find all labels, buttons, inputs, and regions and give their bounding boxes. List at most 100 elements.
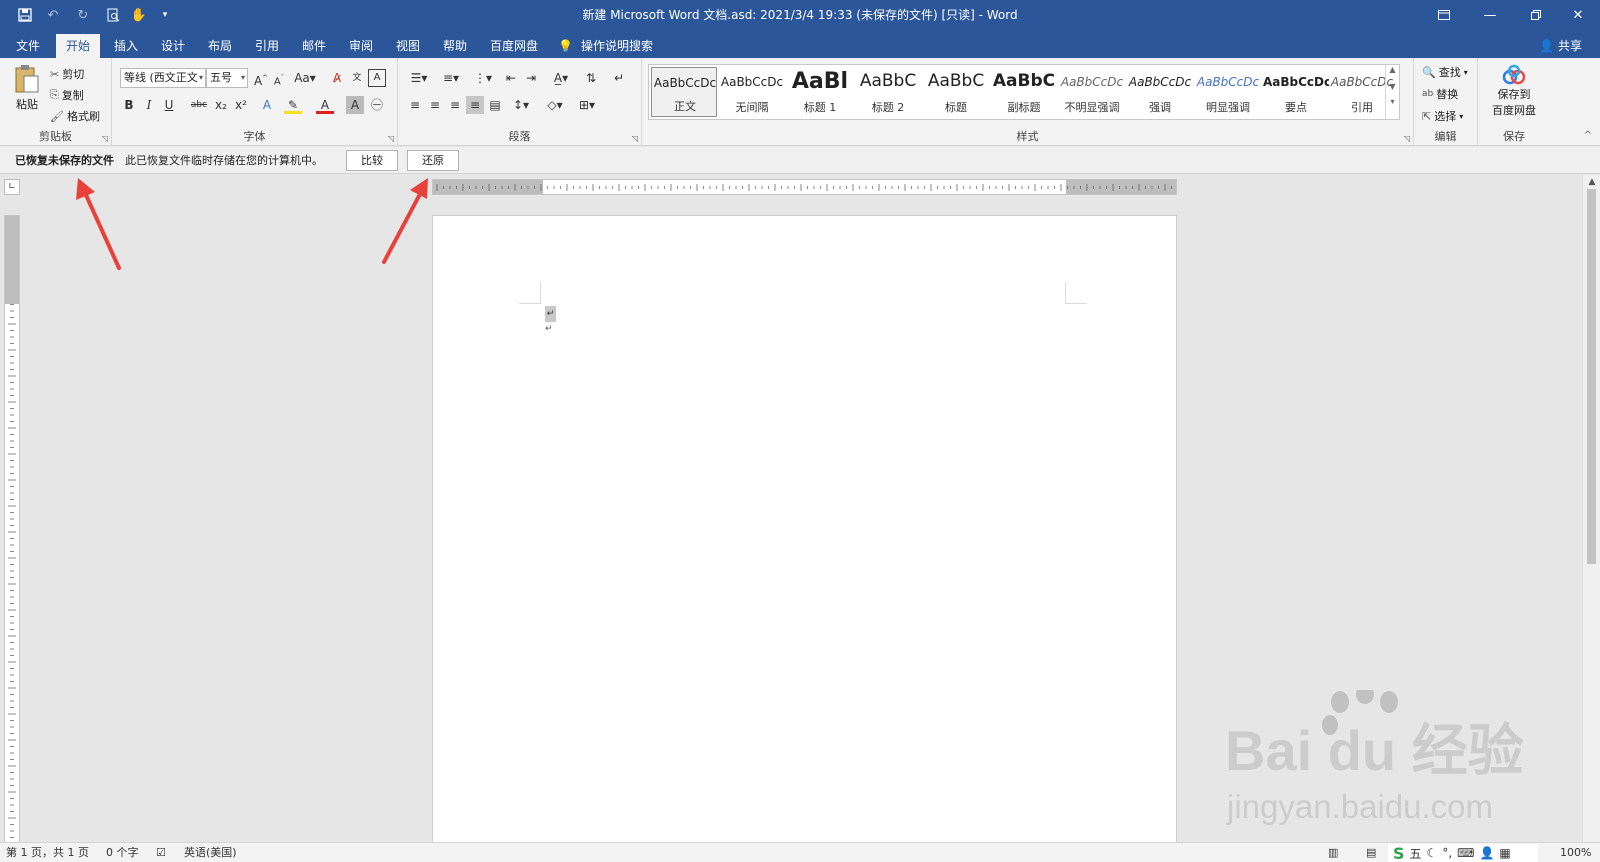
tab-file[interactable]: 文件 (6, 34, 50, 58)
tab-baidu-netdisk[interactable]: 百度网盘 (480, 34, 548, 58)
cut-label: 剪切 (62, 68, 85, 81)
tab-view[interactable]: 视图 (386, 34, 430, 58)
font-color-icon[interactable]: A (316, 96, 334, 114)
char-shading-icon[interactable]: A (346, 96, 364, 114)
collapse-ribbon-icon[interactable]: ^ (1584, 130, 1592, 141)
dialog-launcher-icon[interactable]: ◹ (102, 134, 108, 143)
scroll-thumb[interactable] (1587, 189, 1596, 564)
numbering-icon[interactable]: ≡▾ (438, 69, 464, 87)
save-to-baidu-button[interactable]: 保存到 百度网盘 (1484, 64, 1544, 118)
line-spacing-icon[interactable]: ↕▾ (508, 96, 534, 114)
restore-icon[interactable] (1514, 0, 1558, 30)
cursor-icon: ⇱ (1422, 109, 1432, 123)
touch-mode-icon[interactable]: ✋ (128, 5, 150, 25)
strikethrough-button[interactable]: abc (188, 96, 210, 114)
undo-icon[interactable]: ↶ (42, 5, 64, 25)
scroll-up-icon[interactable]: ▲ (1583, 177, 1600, 187)
text-effects-icon[interactable]: A (258, 96, 276, 114)
enclose-char-icon[interactable]: ㊀ (368, 96, 386, 114)
align-right-icon[interactable]: ≡ (446, 96, 464, 114)
tab-insert[interactable]: 插入 (104, 34, 148, 58)
vertical-scrollbar[interactable]: ▲ (1582, 175, 1600, 842)
page-count[interactable]: 第 1 页，共 1 页 (6, 843, 89, 862)
align-left-icon[interactable]: ≡ (406, 96, 424, 114)
ribbon-display-icon[interactable] (1422, 0, 1466, 30)
select-button[interactable]: ⇱ 选择 ▾ (1422, 108, 1463, 124)
document-page[interactable]: ↵ ↵ (432, 215, 1177, 842)
replace-button[interactable]: ab 替换 (1422, 86, 1458, 102)
vertical-ruler[interactable] (4, 215, 20, 842)
phonetic-guide-icon[interactable]: 文 (348, 69, 366, 87)
font-size-select[interactable]: 五号 ▾ (206, 68, 248, 88)
highlight-icon[interactable]: ✎ (284, 96, 302, 114)
restore-button[interactable]: 还原 (407, 150, 459, 171)
underline-button[interactable]: U (160, 96, 178, 114)
show-marks-icon[interactable]: ↵ (610, 69, 628, 87)
message-text: 此已恢复文件临时存储在您的计算机中。 (125, 154, 323, 167)
language-indicator[interactable]: 英语(美国) (184, 843, 237, 862)
tab-design[interactable]: 设计 (151, 34, 195, 58)
decrease-indent-icon[interactable]: ⇤ (502, 69, 520, 87)
italic-button[interactable]: I (140, 96, 158, 114)
tab-help[interactable]: 帮助 (433, 34, 477, 58)
sort-icon[interactable]: ⇅ (582, 69, 600, 87)
tab-layout[interactable]: 布局 (198, 34, 242, 58)
cut-button[interactable]: ✂ 剪切 (50, 66, 84, 82)
redo-icon[interactable]: ↻ (72, 5, 94, 25)
chinese-layout-icon[interactable]: A̲▾ (548, 69, 574, 87)
borders-icon[interactable]: ⊞▾ (574, 96, 600, 114)
subscript-button[interactable]: x₂ (212, 96, 230, 114)
word-count[interactable]: 0 个字 (106, 843, 139, 862)
ruler-ticks (436, 184, 1172, 191)
clear-format-icon[interactable]: A̷ (328, 69, 346, 87)
tab-mailings[interactable]: 邮件 (292, 34, 336, 58)
find-button[interactable]: 🔍 查找 ▾ (1422, 64, 1468, 80)
char-border-icon[interactable]: A (368, 69, 386, 87)
tab-references[interactable]: 引用 (245, 34, 289, 58)
proofing-icon[interactable]: ☑ (156, 843, 166, 862)
multilevel-list-icon[interactable]: ⋮▾ (470, 69, 496, 87)
read-mode-icon[interactable]: ▥ (1328, 843, 1338, 862)
dialog-launcher-icon[interactable]: ◹ (388, 134, 394, 143)
replace-label: 替换 (1436, 88, 1459, 101)
save-icon[interactable] (14, 5, 36, 25)
bullets-icon[interactable]: ☰▾ (406, 69, 432, 87)
tab-review[interactable]: 审阅 (339, 34, 383, 58)
shrink-font-icon[interactable]: Aˇ (270, 69, 288, 87)
align-center-icon[interactable]: ≡ (426, 96, 444, 114)
dialog-launcher-icon[interactable]: ◹ (1404, 134, 1410, 143)
horizontal-ruler[interactable] (432, 179, 1177, 195)
dialog-launcher-icon[interactable]: ◹ (632, 134, 638, 143)
brush-icon: 🖌 (50, 109, 64, 123)
justify-icon[interactable]: ≡ (466, 96, 484, 114)
close-icon[interactable]: ✕ (1556, 0, 1600, 30)
compare-button[interactable]: 比较 (346, 150, 398, 171)
zoom-level[interactable]: 100% (1560, 843, 1591, 862)
shading-icon[interactable]: ◇▾ (542, 96, 568, 114)
ime-toolbar[interactable]: S 五 ☾ °, ⌨ 👤 ▦ (1388, 844, 1538, 862)
distribute-icon[interactable]: ▤ (486, 96, 504, 114)
change-case-icon[interactable]: Aa▾ (292, 69, 318, 87)
tab-selector[interactable]: ∟ (4, 179, 20, 195)
grow-font-icon[interactable]: A^ (252, 69, 270, 88)
print-layout-icon[interactable]: ▤ (1366, 843, 1376, 862)
copy-icon: ⎘ (50, 88, 59, 101)
minimize-icon[interactable]: — (1468, 0, 1512, 30)
tab-home[interactable]: 开始 (56, 34, 101, 58)
increase-indent-icon[interactable]: ⇥ (522, 69, 540, 87)
font-name-select[interactable]: 等线 (西文正文 ▾ (120, 68, 206, 88)
print-preview-icon[interactable] (102, 5, 124, 25)
tell-me-search[interactable]: 💡 操作说明搜索 (558, 34, 653, 58)
format-painter-button[interactable]: 🖌 格式刷 (50, 108, 100, 124)
superscript-button[interactable]: x² (232, 96, 250, 114)
crop-mark (519, 282, 541, 304)
ruler-top-margin (5, 216, 19, 304)
copy-button[interactable]: ⎘ 复制 (50, 87, 84, 103)
search-icon: 🔍 (1422, 65, 1436, 79)
document-area: ∟ ↵ ↵ (0, 175, 1582, 842)
customize-icon[interactable]: ▾ (154, 5, 176, 25)
font-name-value: 等线 (西文正文 (124, 71, 198, 84)
share-button[interactable]: 👤 共享 (1539, 34, 1582, 58)
paste-button[interactable]: 粘贴 (10, 64, 44, 112)
bold-button[interactable]: B (120, 96, 138, 114)
